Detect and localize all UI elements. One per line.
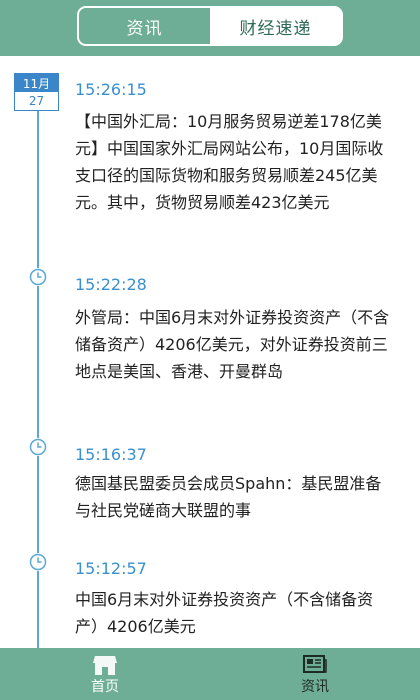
news-icon bbox=[303, 655, 327, 673]
tab-news[interactable]: 资讯 bbox=[79, 8, 210, 44]
nav-news-label: 资讯 bbox=[301, 679, 329, 695]
date-month: 11月 bbox=[15, 74, 58, 92]
home-icon bbox=[93, 656, 117, 675]
bottom-nav: 首页 资讯 bbox=[0, 648, 420, 700]
news-time: 15:12:57 bbox=[75, 559, 147, 578]
tab-finance-express[interactable]: 财经速递 bbox=[210, 8, 341, 44]
clock-icon bbox=[29, 268, 47, 286]
date-badge: 11月 27 bbox=[14, 73, 59, 111]
news-text[interactable]: 德国基民盟委员会成员Spahn：基民盟准备与社民党磋商大联盟的事 bbox=[75, 470, 395, 524]
date-day: 27 bbox=[28, 94, 45, 108]
clock-icon bbox=[29, 438, 47, 456]
nav-home[interactable]: 首页 bbox=[0, 648, 210, 700]
nav-home-label: 首页 bbox=[91, 679, 119, 695]
news-text[interactable]: 中国6月末对外证券投资资产（不含储备资产）4206亿美元 bbox=[75, 586, 395, 640]
top-header: 资讯 财经速递 bbox=[0, 0, 420, 56]
segmented-control: 资讯 财经速递 bbox=[77, 6, 343, 46]
news-text[interactable]: 【中国外汇局：10月服务贸易逆差178亿美元】中国国家外汇局网站公布，10月国际… bbox=[75, 108, 395, 216]
news-time: 15:22:28 bbox=[75, 275, 147, 294]
nav-news[interactable]: 资讯 bbox=[210, 648, 420, 700]
news-text[interactable]: 外管局：中国6月末对外证券投资资产（不含储备资产）4206亿美元，对外证券投资前… bbox=[75, 304, 395, 385]
clock-icon bbox=[29, 553, 47, 571]
news-time: 15:26:15 bbox=[75, 80, 147, 99]
news-time: 15:16:37 bbox=[75, 445, 147, 464]
